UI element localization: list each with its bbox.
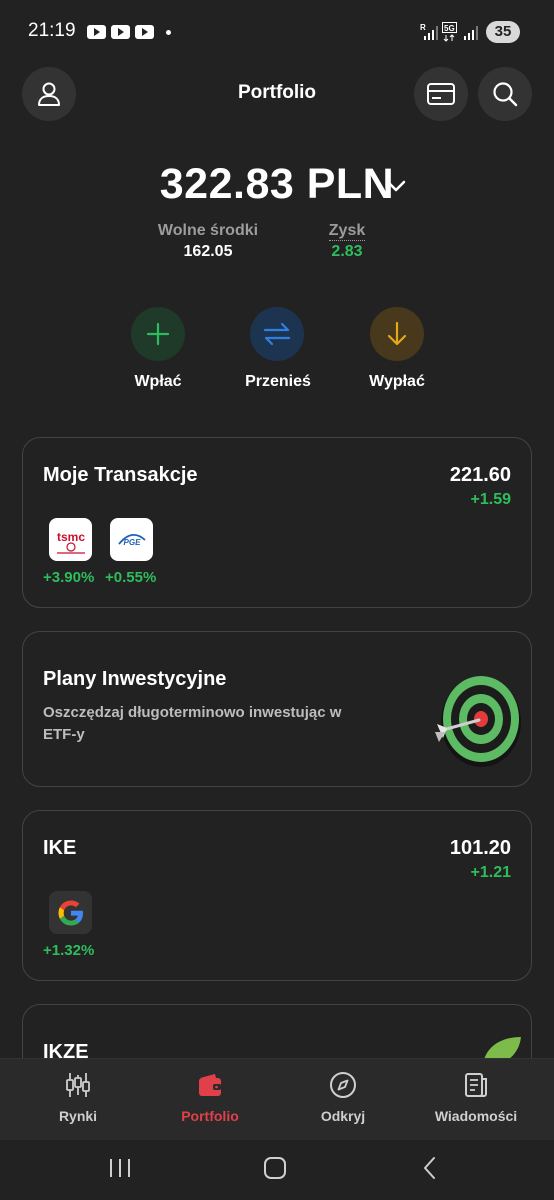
transactions-card[interactable]: Moje Transakcje 221.60 +1.59 tsmc +3.90%… [22,437,532,608]
card-change: +1.21 [470,864,511,881]
pge-logo-icon: PGE [117,533,146,547]
card-button[interactable] [414,67,468,121]
asset-change: +1.32% [43,942,95,959]
wallet-icon [199,1074,221,1096]
recent-apps-icon[interactable] [108,1157,132,1179]
balance-amount: 322.83 PLN [159,160,395,208]
home-icon[interactable] [263,1156,287,1180]
tsmc-logo-icon: tsmc [56,530,85,554]
nav-label: Rynki [58,1108,98,1124]
card-value: 221.60 [449,464,511,486]
transfer-icon [263,322,291,346]
profit-label: Zysk [328,222,366,241]
balance-section: 322.83 PLN [0,160,554,209]
withdraw-label: Wypłać [369,373,425,390]
svg-text:5G: 5G [444,24,455,33]
transfer-button[interactable] [250,307,304,361]
svg-text:PGE: PGE [123,538,141,547]
svg-text:R: R [420,23,426,32]
plus-icon [146,322,170,346]
system-nav-bar [0,1140,554,1200]
news-icon [465,1073,487,1097]
nav-label: Wiadomości [434,1108,518,1124]
nav-portfolio[interactable]: Portfolio [150,1071,270,1124]
card-title: IKE [43,837,77,859]
google-logo-icon [58,900,83,925]
nav-rynki[interactable]: Rynki [18,1071,138,1124]
card-title: Moje Transakcje [43,464,198,486]
youtube-icon [135,25,154,39]
battery-icon: 35 [486,21,520,43]
signal-icon [464,26,478,40]
profit[interactable]: Zysk 2.83 [298,222,396,261]
nav-odkryj[interactable]: Odkryj [283,1071,403,1124]
youtube-icon [111,25,130,39]
asset-change: +0.55% [105,569,157,586]
svg-text:tsmc: tsmc [56,530,84,544]
free-funds-value: 162.05 [183,243,233,260]
back-icon[interactable] [420,1156,440,1180]
status-time: 21:19 [28,20,76,41]
roaming-signal-icon: R [420,23,438,40]
card-icon [427,83,455,105]
candlestick-icon [66,1073,90,1097]
nav-label: Odkryj [320,1108,366,1124]
investment-plans-card[interactable]: Plany Inwestycyjne Oszczędzaj długotermi… [22,631,532,787]
youtube-icon [87,25,106,39]
nav-label: Portfolio [181,1108,239,1124]
page-title: Portfolio [237,82,317,103]
transfer-label: Przenieś [245,373,311,390]
target-icon [435,676,521,767]
compass-icon [330,1072,356,1098]
status-bar: 21:19 R 5G 35 [0,0,554,62]
search-button[interactable] [478,67,532,121]
google-logo[interactable] [49,891,92,934]
deposit-label: Wpłać [134,373,182,390]
nav-wiadomosci[interactable]: Wiadomości [416,1071,536,1124]
card-title: Plany Inwestycyjne [43,668,227,690]
pge-logo[interactable]: PGE [110,518,153,561]
bottom-nav: Rynki Portfolio Odkryj Wiadomości [0,1058,554,1140]
card-change: +1.59 [470,491,511,508]
chevron-down-icon[interactable] [386,178,406,194]
ike-card[interactable]: IKE 101.20 +1.21 +1.32% [22,810,532,981]
free-funds: Wolne środki 162.05 [148,222,268,261]
asset-change: +3.90% [43,569,95,586]
5g-icon: 5G [442,22,457,42]
arrow-down-icon [387,321,407,346]
card-subtitle: Oszczędzaj długoterminowo inwestując w E… [43,704,342,743]
card-value: 101.20 [449,837,511,859]
notification-dot [166,30,171,35]
withdraw-button[interactable] [370,307,424,361]
profit-value: 2.83 [331,243,363,260]
deposit-button[interactable] [131,307,185,361]
tsmc-logo[interactable]: tsmc [49,518,92,561]
search-icon [493,82,518,107]
free-funds-label: Wolne środki [157,222,259,239]
